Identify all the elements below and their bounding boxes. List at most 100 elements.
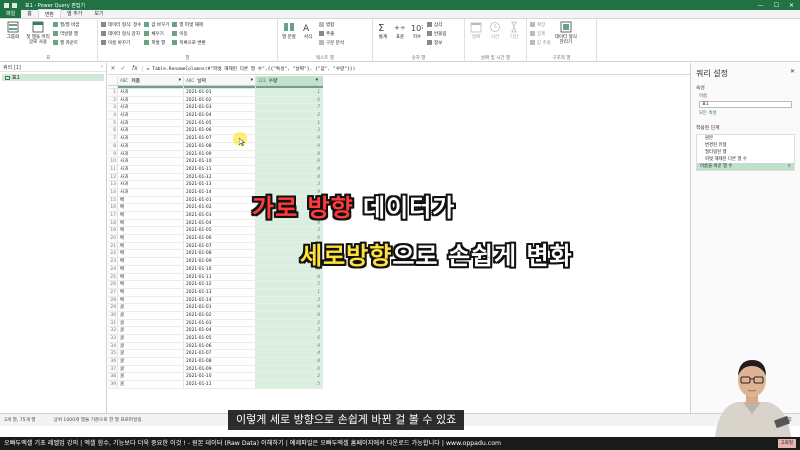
minimize-icon[interactable]: — (758, 2, 764, 9)
tab-3[interactable]: 열 추가 (61, 9, 88, 18)
tab-2[interactable]: 변환 (37, 9, 62, 18)
group-by-button[interactable]: 그룹화 (3, 21, 23, 40)
cell-quantity[interactable]: 8 (256, 173, 323, 181)
close-settings-icon[interactable]: ✕ (790, 68, 795, 79)
aggregate-button[interactable]: 집계 (530, 30, 551, 37)
cell-quantity[interactable]: 2 (256, 373, 323, 381)
cell-product[interactable]: 배 (118, 296, 184, 304)
cell-date[interactable]: 2021-01-01 (184, 304, 256, 311)
cell-date[interactable]: 2021-01-09 (184, 258, 256, 265)
cell-quantity[interactable]: 9 (256, 342, 323, 350)
column-header[interactable]: ABC 제품 ▾ (118, 76, 184, 85)
cell-date[interactable]: 2021-01-14 (184, 296, 256, 304)
cell-quantity[interactable]: 3 (256, 296, 323, 304)
collapse-pane-icon[interactable]: ‹ (101, 64, 103, 70)
cell-quantity[interactable]: 5 (256, 381, 323, 388)
expand-button[interactable]: 확장 (530, 21, 551, 28)
grid-corner[interactable] (108, 76, 118, 85)
table-row[interactable]: 24 배 2021-01-10 8 (108, 265, 323, 274)
cell-quantity[interactable]: 9 (256, 135, 323, 142)
table-row[interactable]: 36 귤 2021-01-08 8 (108, 358, 323, 366)
information-button[interactable]: 정보 (427, 39, 446, 46)
table-row[interactable]: 23 배 2021-01-09 6 (108, 258, 323, 266)
close-window-icon[interactable]: ✕ (789, 2, 794, 9)
table-row[interactable]: 30 귤 2021-01-02 8 (108, 311, 323, 320)
filter-dropdown-icon[interactable]: ▾ (179, 76, 181, 85)
statistics-button[interactable]: Σ 통계 (376, 21, 390, 40)
cell-product[interactable]: 귤 (118, 358, 184, 365)
all-properties-link[interactable]: 모든 속성 (691, 109, 800, 117)
trig-button[interactable]: 삼각 (427, 21, 446, 28)
cell-date[interactable]: 2021-01-10 (184, 158, 256, 165)
cell-quantity[interactable]: 2 (256, 319, 323, 327)
table-row[interactable]: 4 사과 2021-01-04 2 (108, 112, 323, 120)
table-row[interactable]: 3 사과 2021-01-03 7 (108, 104, 323, 113)
cell-quantity[interactable]: 1 (256, 119, 323, 127)
cell-date[interactable]: 2021-01-06 (184, 127, 256, 135)
cell-quantity[interactable]: 3 (256, 127, 323, 135)
table-row[interactable]: 19 배 2021-01-05 3 (108, 227, 323, 236)
cell-date[interactable]: 2021-01-07 (184, 242, 256, 250)
cell-product[interactable]: 배 (118, 227, 184, 235)
table-row[interactable]: 29 귤 2021-01-01 9 (108, 304, 323, 312)
cell-product[interactable]: 사과 (118, 165, 184, 173)
maximize-icon[interactable]: ☐ (774, 2, 779, 9)
cell-quantity[interactable]: 8 (256, 311, 323, 319)
table-row[interactable]: 12 사과 2021-01-12 8 (108, 173, 323, 182)
cell-product[interactable]: 귤 (118, 342, 184, 350)
parse-button[interactable]: 구문 분석 (319, 39, 344, 46)
cell-quantity[interactable]: 6 (256, 335, 323, 342)
cell-date[interactable]: 2021-01-02 (184, 96, 256, 104)
cell-date[interactable]: 2021-01-13 (184, 288, 256, 296)
cell-quantity[interactable]: 5 (256, 281, 323, 288)
cell-product[interactable]: 귤 (118, 319, 184, 327)
table-row[interactable]: 26 배 2021-01-12 5 (108, 281, 323, 289)
column-type-icon[interactable]: ABC (186, 78, 194, 83)
standard-button[interactable]: +÷ 표준 (393, 21, 407, 40)
table-row[interactable]: 10 사과 2021-01-10 6 (108, 158, 323, 166)
cell-date[interactable]: 2021-01-03 (184, 319, 256, 327)
cell-product[interactable]: 귤 (118, 373, 184, 381)
date-button[interactable]: 날짜 (468, 21, 484, 40)
table-row[interactable]: 11 사과 2021-01-11 4 (108, 165, 323, 174)
pivot-column-button[interactable]: 피벗 열 (144, 39, 169, 46)
cell-product[interactable]: 사과 (118, 142, 184, 150)
cell-product[interactable]: 배 (118, 250, 184, 258)
cell-product[interactable]: 귤 (118, 311, 184, 319)
cell-date[interactable]: 2021-01-11 (184, 165, 256, 173)
cell-product[interactable]: 배 (118, 273, 184, 281)
cell-product[interactable]: 배 (118, 204, 184, 211)
tab-4[interactable]: 보기 (88, 9, 109, 18)
extract-button[interactable]: 추출 (319, 30, 344, 37)
table-row[interactable]: 6 사과 2021-01-06 3 (108, 127, 323, 136)
cell-date[interactable]: 2021-01-09 (184, 365, 256, 373)
cell-quantity[interactable]: 4 (256, 350, 323, 358)
cell-date[interactable]: 2021-01-08 (184, 358, 256, 365)
cell-product[interactable]: 배 (118, 196, 184, 204)
column-type-icon[interactable]: 123 (258, 78, 266, 83)
table-row[interactable]: 2 사과 2021-01-02 6 (108, 96, 323, 105)
table-row[interactable]: 7 사과 2021-01-07 9 (108, 135, 323, 143)
table-row[interactable]: 22 배 2021-01-08 8 (108, 250, 323, 259)
cell-quantity[interactable]: 3 (256, 181, 323, 188)
applied-step[interactable]: 이름을 바꾼 열 수 ✕ (697, 163, 794, 170)
cell-date[interactable]: 2021-01-11 (184, 381, 256, 388)
cell-product[interactable]: 사과 (118, 150, 184, 158)
cell-product[interactable]: 귤 (118, 350, 184, 358)
replace-values-button[interactable]: 값 바꾸기 (144, 21, 169, 28)
split-column-button[interactable]: 열 분할 (281, 21, 297, 40)
cell-date[interactable]: 2021-01-06 (184, 235, 256, 242)
cell-date[interactable]: 2021-01-07 (184, 350, 256, 358)
cell-quantity[interactable]: 6 (256, 365, 323, 373)
cell-date[interactable]: 2021-01-03 (184, 212, 256, 219)
cell-date[interactable]: 2021-01-14 (184, 188, 256, 196)
duration-button[interactable]: 기간 (506, 21, 522, 40)
table-row[interactable]: 8 사과 2021-01-08 9 (108, 142, 323, 151)
cell-product[interactable]: 사과 (118, 96, 184, 104)
table-row[interactable]: 31 귤 2021-01-03 2 (108, 319, 323, 328)
merge-button[interactable]: 병합 (319, 21, 344, 28)
cell-product[interactable]: 배 (118, 288, 184, 296)
cell-date[interactable]: 2021-01-11 (184, 273, 256, 281)
cell-product[interactable]: 사과 (118, 173, 184, 181)
cancel-formula-icon[interactable]: ✕ (108, 65, 118, 72)
